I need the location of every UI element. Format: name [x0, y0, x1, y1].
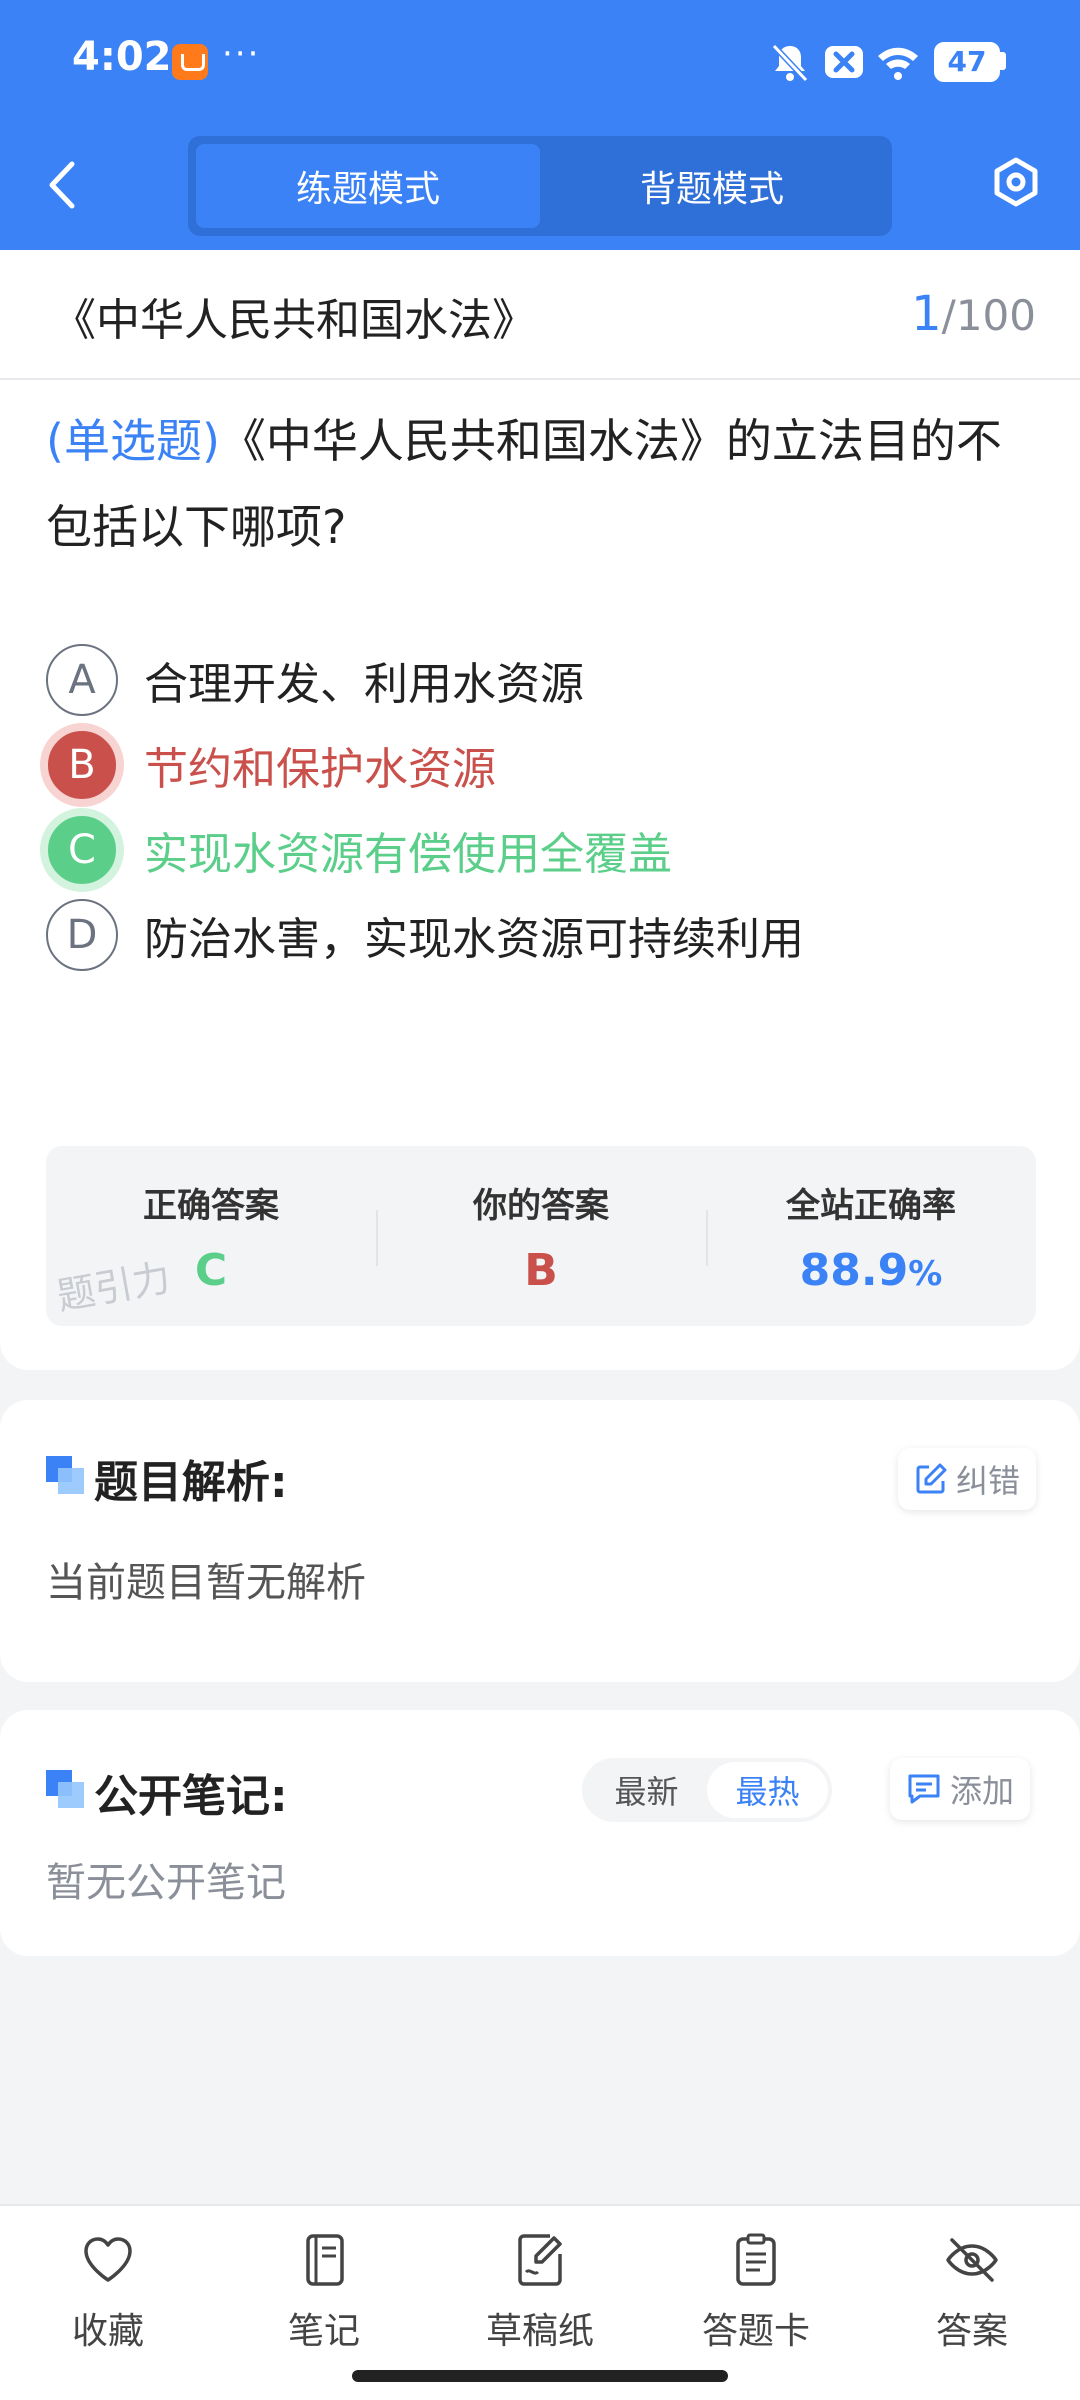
- edit-icon: [916, 1463, 947, 1494]
- more-notifications-icon: ···: [222, 34, 261, 74]
- nav-label: 草稿纸: [485, 2311, 594, 2352]
- tab-recite-mode[interactable]: 背题模式: [540, 144, 884, 228]
- analysis-title: 题目解析:: [94, 1457, 288, 1508]
- question-text: (单选题)《中华人民共和国水法》的立法目的不包括以下哪项?: [46, 398, 1036, 570]
- nav-label: 答案: [935, 2311, 1008, 2352]
- nav-label: 收藏: [71, 2311, 144, 2352]
- comment-icon: [908, 1774, 940, 1804]
- report-error-label: 纠错: [956, 1462, 1021, 1500]
- option-text: 实现水资源有偿使用全覆盖: [144, 829, 672, 880]
- section-icon: [46, 1770, 84, 1808]
- paper-title: 《中华人民共和国水法》: [52, 295, 536, 346]
- option-d[interactable]: D 防治水害，实现水资源可持续利用: [46, 895, 1046, 975]
- accuracy-value: 88.9%: [706, 1245, 1036, 1296]
- your-answer-value: B: [524, 1245, 558, 1296]
- total-questions: /100: [941, 291, 1036, 340]
- notes-sort-switch: 最新 最热: [582, 1758, 832, 1822]
- accuracy-stat: 全站正确率 88.9%: [706, 1146, 1036, 1326]
- app-icon: [172, 44, 208, 80]
- question-card: 《中华人民共和国水法》 1/100 (单选题)《中华人民共和国水法》的立法目的不…: [0, 250, 1080, 1370]
- stat-label: 全站正确率: [786, 1186, 956, 1226]
- bell-muted-icon: [771, 43, 809, 83]
- option-text: 节约和保护水资源: [144, 744, 496, 795]
- question-title-row: 《中华人民共和国水法》 1/100: [0, 250, 1080, 380]
- close-box-icon: [825, 46, 863, 78]
- sort-latest[interactable]: 最新: [586, 1762, 707, 1818]
- favorite-button[interactable]: 收藏: [0, 2206, 216, 2400]
- stat-label: 你的答案: [473, 1186, 609, 1226]
- option-letter: D: [46, 899, 118, 971]
- notes-title: 公开笔记:: [94, 1771, 288, 1822]
- draft-paper-icon: [518, 2234, 562, 2286]
- current-question-number: 1: [911, 286, 942, 342]
- option-c[interactable]: C 实现水资源有偿使用全覆盖: [40, 808, 1046, 892]
- add-note-label: 添加: [950, 1772, 1015, 1810]
- status-bar: 4:02 ··· 47: [0, 0, 1080, 125]
- notes-body: 暂无公开笔记: [46, 1860, 286, 1906]
- question-counter: 1/100: [911, 286, 1036, 342]
- mode-switch: 练题模式 背题模式: [188, 136, 892, 236]
- option-text: 合理开发、利用水资源: [144, 659, 584, 710]
- battery-tip: [1000, 52, 1006, 70]
- answer-stats: 正确答案 C 题引力 你的答案 B 全站正确率 88.9%: [46, 1146, 1036, 1326]
- your-answer-stat: 你的答案 B: [376, 1146, 706, 1326]
- heart-icon: [84, 2237, 132, 2282]
- report-error-button[interactable]: 纠错: [898, 1448, 1037, 1510]
- answer-card-icon: [736, 2233, 776, 2286]
- sort-hottest[interactable]: 最热: [707, 1762, 828, 1818]
- analysis-card: 题目解析: 纠错 当前题目暂无解析: [0, 1400, 1080, 1682]
- add-note-button[interactable]: 添加: [890, 1758, 1031, 1820]
- settings-icon[interactable]: [990, 156, 1042, 208]
- question-type: (单选题): [46, 414, 220, 468]
- status-time: 4:02: [72, 34, 172, 80]
- show-answer-button[interactable]: 答案: [864, 2206, 1080, 2400]
- option-letter: B: [40, 723, 124, 807]
- back-icon[interactable]: [40, 150, 84, 220]
- eye-off-icon: [946, 2238, 998, 2282]
- analysis-body: 当前题目暂无解析: [46, 1560, 366, 1606]
- accuracy-number: 88.9: [799, 1245, 909, 1296]
- notebook-icon: [306, 2234, 344, 2286]
- stat-label: 正确答案: [143, 1186, 279, 1226]
- correct-answer-stat: 正确答案 C 题引力: [46, 1146, 376, 1326]
- accuracy-unit: %: [908, 1254, 943, 1294]
- wifi-icon: [878, 47, 918, 80]
- tab-practice-mode[interactable]: 练题模式: [196, 144, 540, 228]
- battery-icon: 47: [934, 42, 1000, 82]
- option-b[interactable]: B 节约和保护水资源: [40, 723, 1046, 807]
- option-text: 防治水害，实现水资源可持续利用: [144, 914, 804, 965]
- top-header: 4:02 ··· 47 练题模式 背题模式: [0, 0, 1080, 250]
- nav-label: 答题卡: [701, 2311, 810, 2352]
- section-icon: [46, 1456, 84, 1494]
- nav-label: 笔记: [287, 2311, 360, 2352]
- option-a[interactable]: A 合理开发、利用水资源: [46, 640, 1046, 720]
- option-letter: A: [46, 644, 118, 716]
- public-notes-card: 公开笔记: 最新 最热 添加 暂无公开笔记: [0, 1710, 1080, 1956]
- home-indicator[interactable]: [352, 2370, 728, 2382]
- option-letter: C: [40, 808, 124, 892]
